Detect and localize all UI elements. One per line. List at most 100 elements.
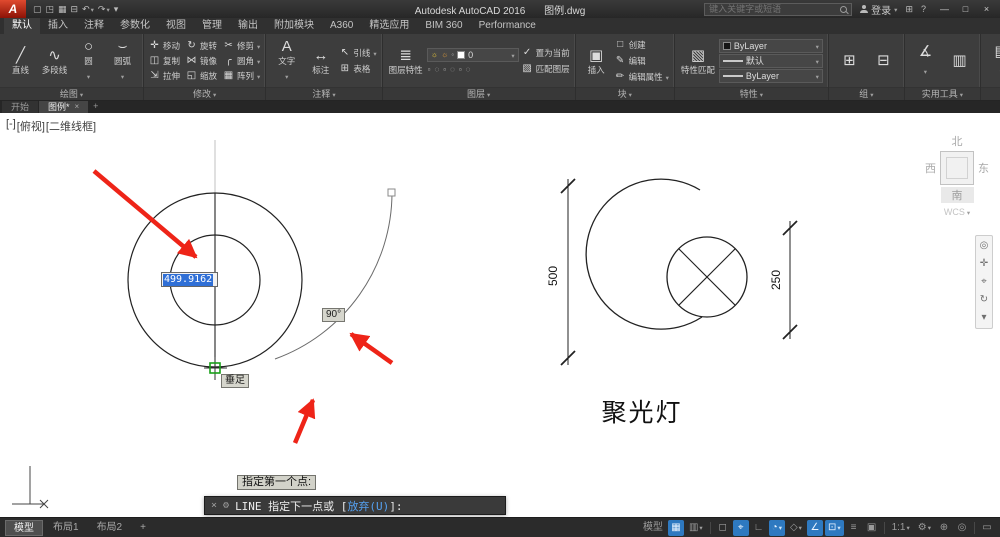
- ribbon-tab-Performance[interactable]: Performance: [471, 18, 544, 34]
- drawing-canvas[interactable]: 500 250 聚光灯 [-] [俯视] [二维线框] 北 西 东 南 WCS …: [0, 113, 1000, 517]
- isolate-objects-toggle[interactable]: ◎: [954, 520, 970, 536]
- grid-display-toggle[interactable]: ▦: [667, 519, 684, 536]
- object-snap-toggle[interactable]: ⊡: [824, 519, 844, 536]
- ribbon-tab-附加模块[interactable]: 附加模块: [266, 18, 322, 34]
- minimize-button[interactable]: —: [934, 0, 955, 18]
- file-tab-图例[interactable]: 图例* ×: [39, 101, 89, 113]
- layer-off-icon[interactable]: ▫: [428, 65, 431, 74]
- move-tool[interactable]: ✛ 移动: [149, 38, 180, 53]
- leader-tool[interactable]: ↖ 引线: [339, 45, 376, 60]
- caption-text[interactable]: 聚光灯: [601, 398, 682, 427]
- maximize-button[interactable]: □: [955, 0, 976, 18]
- grip-point[interactable]: [387, 188, 396, 197]
- close-command-icon[interactable]: ×: [211, 500, 217, 511]
- command-option-undo[interactable]: 放弃(U): [347, 500, 389, 513]
- arc-tool[interactable]: ⌣ 圆弧: [107, 36, 138, 85]
- annotation-scale-toggle[interactable]: 1:1: [889, 520, 913, 536]
- viewport-view-control[interactable]: [俯视]: [17, 118, 45, 134]
- panel-label-实用工具[interactable]: 实用工具: [904, 87, 980, 100]
- annotation-monitor-toggle[interactable]: ⊕: [936, 520, 952, 536]
- layout-tab-布局1[interactable]: 布局1: [45, 520, 87, 536]
- create-block-tool[interactable]: □ 创建: [615, 37, 669, 52]
- isometric-drafting-toggle[interactable]: ◇: [787, 520, 805, 536]
- array-tool[interactable]: ▦ 阵列: [223, 68, 260, 83]
- text-tool[interactable]: A 文字: [271, 36, 302, 85]
- full-navigation-wheel-icon[interactable]: ◎: [980, 241, 989, 251]
- ribbon-tab-插入[interactable]: 插入: [40, 18, 76, 34]
- panel-label-图层[interactable]: 图层: [382, 87, 575, 100]
- snap-mode-toggle[interactable]: ▥: [686, 520, 706, 536]
- help-button[interactable]: ?: [921, 4, 926, 14]
- table-tool[interactable]: ⊞ 表格: [339, 61, 376, 76]
- ribbon-tab-参数化[interactable]: 参数化: [112, 18, 158, 34]
- match-layer-tool[interactable]: ▧ 匹配图层: [522, 61, 569, 76]
- search-input[interactable]: [709, 4, 837, 14]
- orbit-icon[interactable]: ↻: [980, 295, 988, 305]
- insert-block-tool[interactable]: ▣ 插入: [581, 36, 612, 85]
- ribbon-tab-A360[interactable]: A360: [322, 18, 361, 34]
- viewcube-east[interactable]: 东: [978, 160, 989, 176]
- command-input[interactable]: LINE 指定下一点或 [放弃(U)]:: [235, 498, 403, 514]
- command-line[interactable]: × ⚙ LINE 指定下一点或 [放弃(U)]:: [204, 496, 506, 515]
- layer-lock-icon[interactable]: ◌: [450, 65, 455, 74]
- mirror-tool[interactable]: ⋈ 镜像: [186, 53, 218, 68]
- ortho-mode-toggle[interactable]: ∟: [751, 520, 767, 536]
- layout-tab-模型[interactable]: 模型: [5, 519, 43, 536]
- layer-states-icon[interactable]: ◌: [466, 65, 471, 74]
- wcs-dropdown[interactable]: WCS: [922, 207, 992, 217]
- viewport-menu-control[interactable]: [-]: [6, 118, 16, 134]
- file-tab-开始[interactable]: 开始: [2, 101, 39, 113]
- ribbon-tab-精选应用[interactable]: 精选应用: [361, 18, 417, 34]
- edit-attributes-tool[interactable]: ✏ 编辑属性: [615, 69, 669, 84]
- panel-label-特性[interactable]: 特性: [674, 87, 828, 100]
- layer-isolate-icon[interactable]: ◌: [434, 65, 439, 74]
- match-properties-tool[interactable]: ▧ 特性匹配: [680, 36, 716, 85]
- linetype-dropdown[interactable]: ByLayer: [718, 68, 823, 83]
- app-menu-button[interactable]: A: [0, 0, 26, 18]
- dynamic-input-toggle[interactable]: ⌖: [732, 519, 749, 536]
- quick-select-tool[interactable]: ▥: [944, 36, 975, 85]
- measure-tool[interactable]: ∡: [910, 36, 941, 85]
- ribbon-tab-输出[interactable]: 输出: [230, 18, 266, 34]
- selection-cycling-toggle[interactable]: ▣: [864, 520, 880, 536]
- scale-tool[interactable]: ◱ 缩放: [186, 68, 217, 83]
- edit-block-tool[interactable]: ✎ 编辑: [615, 53, 669, 68]
- copy-tool[interactable]: ◫ 复制: [149, 53, 180, 68]
- open-file-button[interactable]: ◳: [46, 0, 55, 18]
- viewcube-west[interactable]: 西: [925, 160, 936, 176]
- ribbon-tab-视图[interactable]: 视图: [158, 18, 194, 34]
- sign-in-button[interactable]: 登录: [860, 2, 897, 17]
- panel-label-绘图[interactable]: 绘图: [0, 87, 143, 100]
- dynamic-input-field[interactable]: 499.9162: [161, 272, 219, 287]
- exchange-apps-icon[interactable]: ⊞: [905, 4, 913, 15]
- layer-freeze-icon[interactable]: ▫: [443, 65, 446, 74]
- arc-segment[interactable]: [274, 192, 393, 360]
- show-motion-icon[interactable]: ▾: [981, 313, 986, 323]
- set-current-layer-tool[interactable]: ✓ 置为当前: [522, 45, 570, 60]
- dimension-250[interactable]: [782, 220, 798, 340]
- clean-screen-toggle[interactable]: ▭: [979, 520, 995, 536]
- new-drawing-tab-button[interactable]: +: [89, 101, 102, 113]
- viewcube-top-face[interactable]: [940, 151, 974, 185]
- dimension-500[interactable]: [560, 178, 576, 366]
- ribbon-tab-默认[interactable]: 默认: [4, 18, 40, 34]
- ribbon-tab-管理[interactable]: 管理: [194, 18, 230, 34]
- ribbon-tab-注释[interactable]: 注释: [76, 18, 112, 34]
- layer-walk-icon[interactable]: ▫: [459, 65, 462, 74]
- object-snap-tracking-toggle[interactable]: ∠: [806, 519, 823, 536]
- lineweight-display-toggle[interactable]: ≡: [846, 520, 862, 536]
- fillet-tool[interactable]: ╭ 圆角: [223, 53, 260, 68]
- object-color-dropdown[interactable]: ByLayer: [718, 38, 823, 53]
- panel-label-块[interactable]: 块: [575, 87, 674, 100]
- pan-icon[interactable]: ✛: [980, 259, 988, 269]
- undo-button[interactable]: ↶: [82, 0, 94, 18]
- search-icon[interactable]: [840, 5, 848, 13]
- customize-command-icon[interactable]: ⚙: [223, 500, 229, 511]
- group-tool[interactable]: ⊞: [834, 36, 865, 85]
- ribbon-tab-BIM 360[interactable]: BIM 360: [417, 18, 470, 34]
- lineweight-dropdown[interactable]: 默认: [718, 53, 823, 68]
- rotate-tool[interactable]: ↻ 旋转: [186, 38, 217, 53]
- polar-tracking-toggle[interactable]: ◔: [768, 519, 785, 536]
- trim-tool[interactable]: ✂ 修剪: [223, 38, 260, 53]
- ucs-icon[interactable]: [12, 466, 49, 509]
